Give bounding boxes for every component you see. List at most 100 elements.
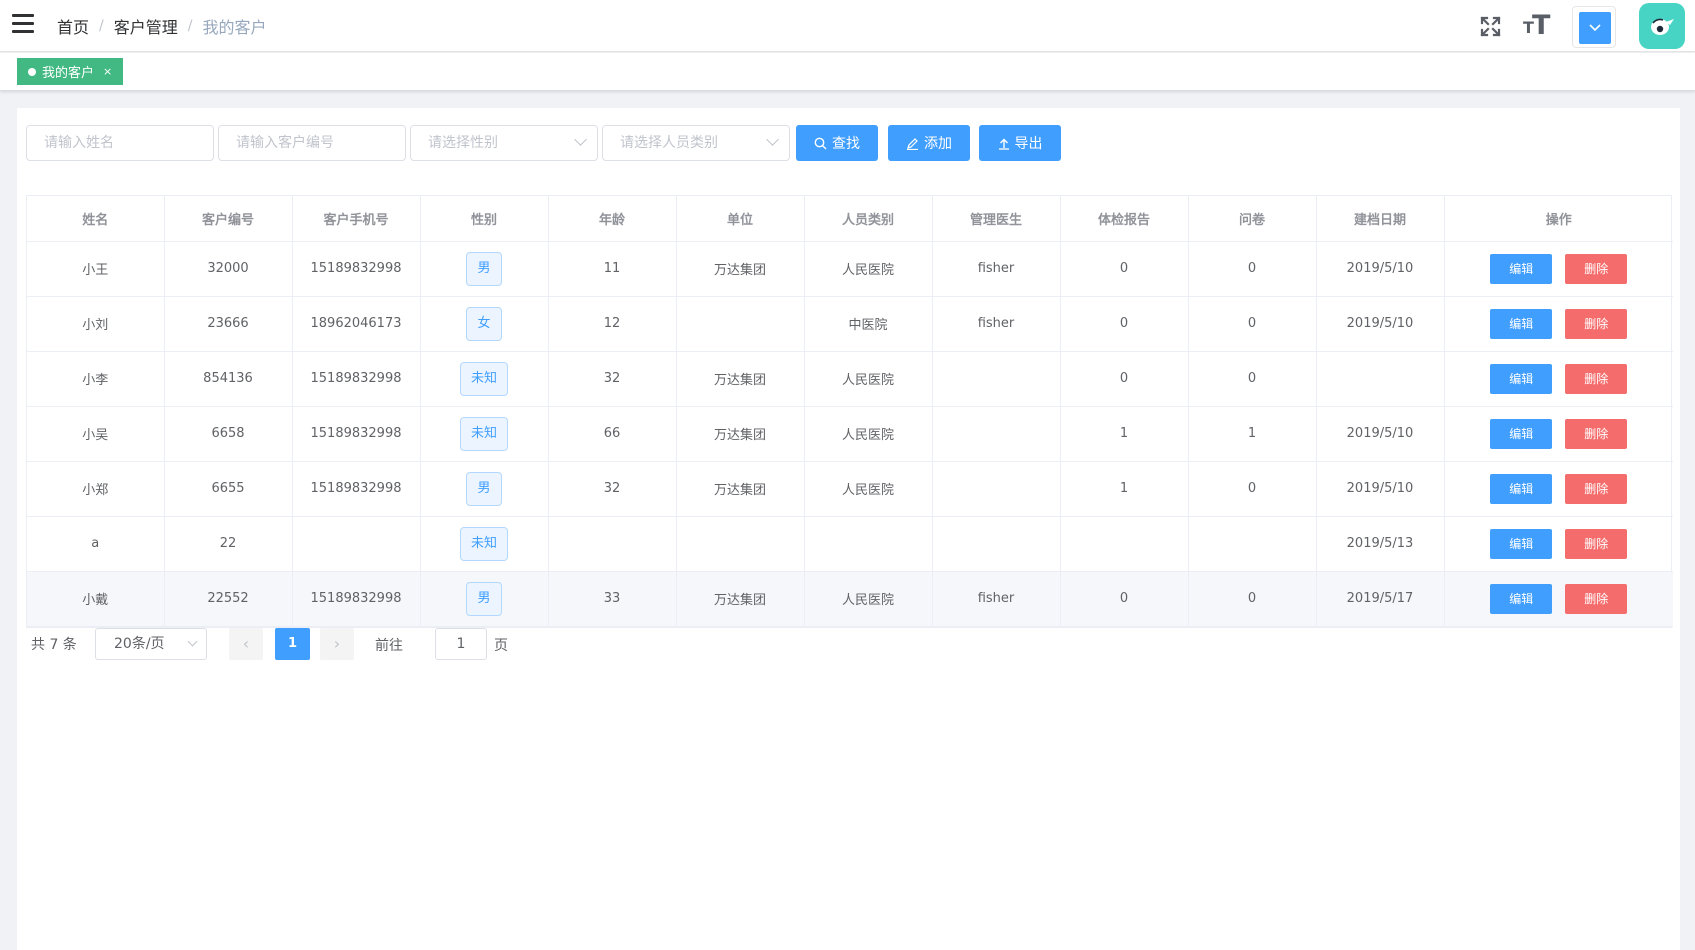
delete-button[interactable]: 删除 bbox=[1565, 308, 1628, 339]
cell-survey: 0 bbox=[1188, 296, 1317, 352]
cell-doctor: fisher bbox=[932, 571, 1061, 627]
search-button[interactable]: 查找 bbox=[796, 125, 878, 161]
fullscreen-icon[interactable] bbox=[1480, 16, 1501, 37]
page-size-select[interactable]: 20条/页 bbox=[95, 628, 207, 660]
table-row: 小李 854136 15189832998 未知 32 万达集团 人民医院 0 0 编辑 删除 bbox=[27, 351, 1673, 407]
actions-cell: 编辑 删除 bbox=[1444, 516, 1673, 572]
add-button[interactable]: 添加 bbox=[888, 125, 970, 161]
cell-age: 32 bbox=[548, 461, 677, 517]
cell-category: 人民医院 bbox=[804, 406, 933, 462]
edit-button[interactable]: 编辑 bbox=[1490, 528, 1553, 559]
close-icon[interactable]: × bbox=[103, 65, 112, 78]
cell-date: 2019/5/17 bbox=[1316, 571, 1445, 627]
cell-report: 1 bbox=[1060, 461, 1189, 517]
actions-cell: 编辑 删除 bbox=[1444, 351, 1673, 407]
gender-cell: 男 bbox=[420, 571, 549, 627]
cell-phone: 15189832998 bbox=[292, 571, 421, 627]
chevron-down-icon bbox=[1579, 12, 1611, 44]
cell-phone bbox=[292, 516, 421, 572]
hamburger-icon[interactable] bbox=[12, 14, 34, 33]
prev-page-button[interactable]: ‹ bbox=[229, 628, 263, 660]
column-header: 管理医生 bbox=[932, 196, 1061, 242]
actions-cell: 编辑 删除 bbox=[1444, 406, 1673, 462]
cell-name: 小王 bbox=[27, 241, 165, 297]
font-size-icon[interactable]: TT bbox=[1523, 12, 1550, 39]
gender-select-placeholder: 请选择性别 bbox=[428, 135, 498, 151]
cell-age: 33 bbox=[548, 571, 677, 627]
next-page-button[interactable]: › bbox=[320, 628, 354, 660]
search-icon bbox=[814, 137, 827, 149]
gender-cell: 女 bbox=[420, 296, 549, 352]
cell-unit bbox=[676, 296, 805, 352]
export-button[interactable]: 导出 bbox=[979, 125, 1061, 161]
goto-page-input[interactable]: 1 bbox=[435, 628, 487, 660]
edit-button[interactable]: 编辑 bbox=[1490, 308, 1553, 339]
category-select[interactable]: 请选择人员类别 bbox=[602, 125, 790, 161]
edit-button[interactable]: 编辑 bbox=[1490, 363, 1553, 394]
edit-button[interactable]: 编辑 bbox=[1490, 418, 1553, 449]
tag-my-customers[interactable]: 我的客户 × bbox=[17, 58, 124, 85]
total-count: 共 7 条 bbox=[31, 637, 77, 653]
breadcrumb: 首页 / 客户管理 / 我的客户 bbox=[57, 14, 266, 38]
tag-label: 我的客户 bbox=[42, 66, 95, 81]
cell-name: 小戴 bbox=[27, 571, 165, 627]
cell-survey: 0 bbox=[1188, 351, 1317, 407]
cell-survey: 1 bbox=[1188, 406, 1317, 462]
cell-date: 2019/5/13 bbox=[1316, 516, 1445, 572]
edit-button[interactable]: 编辑 bbox=[1490, 253, 1553, 284]
gender-tag: 男 bbox=[466, 471, 502, 506]
delete-button[interactable]: 删除 bbox=[1565, 473, 1628, 504]
gender-select[interactable]: 请选择性别 bbox=[410, 125, 598, 161]
edit-button[interactable]: 编辑 bbox=[1490, 583, 1553, 614]
cell-category: 人民医院 bbox=[804, 241, 933, 297]
avatar[interactable] bbox=[1639, 3, 1685, 49]
cell-category bbox=[804, 516, 933, 572]
page-number-1[interactable]: 1 bbox=[275, 628, 310, 660]
table-row: 小吴 6658 15189832998 未知 66 万达集团 人民医院 1 1 2019/5/10… bbox=[27, 406, 1673, 462]
cell-unit: 万达集团 bbox=[676, 571, 805, 627]
cell-category: 中医院 bbox=[804, 296, 933, 352]
column-header: 性别 bbox=[420, 196, 549, 242]
table-row: a 22 未知 2019/5/13 编辑 删除 bbox=[27, 516, 1673, 572]
delete-button[interactable]: 删除 bbox=[1565, 418, 1628, 449]
tags-bar: 我的客户 × bbox=[0, 53, 1695, 91]
cell-doctor: fisher bbox=[932, 241, 1061, 297]
table-row: 小郑 6655 15189832998 男 32 万达集团 人民医院 1 0 2019/5/10 编… bbox=[27, 461, 1673, 517]
edit-button[interactable]: 编辑 bbox=[1490, 473, 1553, 504]
cell-date bbox=[1316, 351, 1445, 407]
delete-button[interactable]: 删除 bbox=[1565, 528, 1628, 559]
cell-doctor bbox=[932, 461, 1061, 517]
gender-tag: 女 bbox=[466, 306, 502, 341]
cell-age bbox=[548, 516, 677, 572]
gender-cell: 未知 bbox=[420, 406, 549, 462]
cell-date: 2019/5/10 bbox=[1316, 461, 1445, 517]
cell-unit: 万达集团 bbox=[676, 241, 805, 297]
cell-unit: 万达集团 bbox=[676, 406, 805, 462]
breadcrumb-separator: / bbox=[99, 18, 104, 34]
breadcrumb-customer-management[interactable]: 客户管理 bbox=[114, 14, 178, 38]
table-row: 小刘 23666 18962046173 女 12 中医院 fisher 0 0 2019/5/1… bbox=[27, 296, 1673, 352]
cell-code: 22 bbox=[164, 516, 293, 572]
cell-survey: 0 bbox=[1188, 241, 1317, 297]
column-header: 建档日期 bbox=[1316, 196, 1445, 242]
size-dropdown[interactable] bbox=[1572, 6, 1616, 48]
column-header: 体检报告 bbox=[1060, 196, 1189, 242]
edit-icon bbox=[907, 137, 918, 150]
name-input[interactable]: 请输入姓名 bbox=[26, 125, 214, 161]
chevron-down-icon bbox=[574, 133, 587, 146]
cell-date: 2019/5/10 bbox=[1316, 241, 1445, 297]
column-header: 客户编号 bbox=[164, 196, 293, 242]
delete-button[interactable]: 删除 bbox=[1565, 583, 1628, 614]
delete-button[interactable]: 删除 bbox=[1565, 253, 1628, 284]
column-header: 单位 bbox=[676, 196, 805, 242]
chevron-down-icon bbox=[766, 133, 779, 146]
customer-code-input[interactable]: 请输入客户编号 bbox=[218, 125, 406, 161]
upload-icon bbox=[998, 138, 1009, 150]
breadcrumb-home[interactable]: 首页 bbox=[57, 14, 89, 38]
cell-age: 12 bbox=[548, 296, 677, 352]
cell-report: 0 bbox=[1060, 351, 1189, 407]
gender-tag: 男 bbox=[466, 251, 502, 286]
cell-code: 6655 bbox=[164, 461, 293, 517]
cell-date: 2019/5/10 bbox=[1316, 296, 1445, 352]
delete-button[interactable]: 删除 bbox=[1565, 363, 1628, 394]
